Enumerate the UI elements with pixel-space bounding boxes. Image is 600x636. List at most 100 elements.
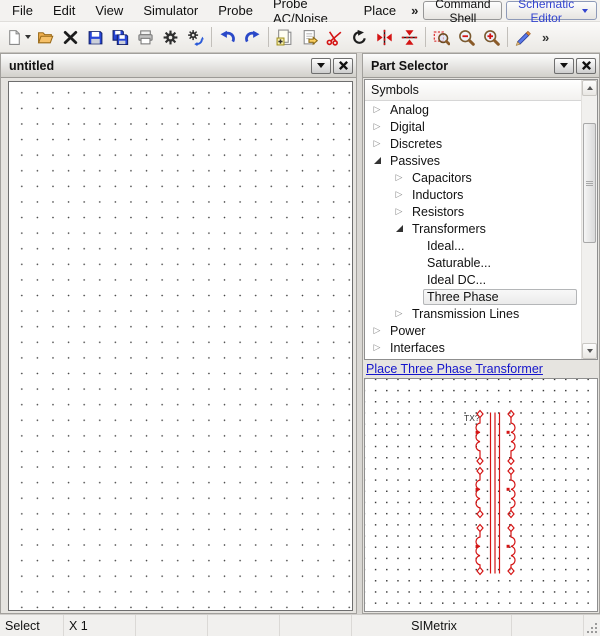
undo-button[interactable] bbox=[215, 25, 240, 50]
tree-item-transformers[interactable]: Transformers bbox=[365, 220, 581, 237]
tree-item-saturable[interactable]: Saturable... bbox=[365, 254, 581, 271]
schematic-titlebar[interactable]: untitled bbox=[1, 54, 356, 78]
rotate-button[interactable] bbox=[347, 25, 372, 50]
pencil-icon bbox=[515, 29, 532, 46]
new-document-dropdown[interactable] bbox=[23, 25, 33, 50]
three-phase-transformer-symbol: TX? bbox=[462, 408, 526, 583]
tree-item-digital[interactable]: Digital bbox=[365, 118, 581, 135]
collapsed-arrow-icon bbox=[371, 138, 383, 149]
print-icon bbox=[137, 29, 154, 46]
menu-item-edit[interactable]: Edit bbox=[43, 3, 85, 18]
part-selector-titlebar[interactable]: Part Selector bbox=[363, 54, 599, 78]
toolbar-overflow-icon[interactable]: » bbox=[542, 30, 549, 45]
copy-button[interactable] bbox=[272, 25, 297, 50]
schematic-editor-button[interactable]: Schematic Editor bbox=[506, 1, 597, 20]
menu-item-file[interactable]: File bbox=[2, 3, 43, 18]
draw-wire-button[interactable] bbox=[511, 25, 536, 50]
chevron-down-icon bbox=[560, 63, 568, 68]
tree-item-transmission-lines[interactable]: Transmission Lines bbox=[365, 305, 581, 322]
save-icon bbox=[87, 29, 104, 46]
tree-item-power[interactable]: Power bbox=[365, 322, 581, 339]
menubar: File Edit View Simulator Probe Probe AC/… bbox=[0, 0, 600, 22]
tree-item-inductors[interactable]: Inductors bbox=[365, 186, 581, 203]
symbol-preview[interactable]: TX? bbox=[364, 378, 598, 612]
print-button[interactable] bbox=[133, 25, 158, 50]
menu-item-place[interactable]: Place bbox=[354, 3, 407, 18]
menu-item-simulator[interactable]: Simulator bbox=[133, 3, 208, 18]
redo-button[interactable] bbox=[240, 25, 265, 50]
status-cell bbox=[280, 615, 352, 636]
window-menu-button[interactable] bbox=[311, 58, 331, 74]
cut-wire-button[interactable] bbox=[322, 25, 347, 50]
sync-options-button[interactable] bbox=[183, 25, 208, 50]
resize-grip[interactable] bbox=[584, 615, 600, 636]
schematic-editor-label: Schematic Editor bbox=[515, 0, 577, 25]
export-button[interactable] bbox=[297, 25, 322, 50]
tree-scrollbar[interactable] bbox=[581, 80, 597, 359]
tree-item-analog[interactable]: Analog bbox=[365, 101, 581, 118]
status-scale: X 1 bbox=[64, 615, 136, 636]
flip-horizontal-button[interactable] bbox=[372, 25, 397, 50]
tree-item-ideal[interactable]: Ideal... bbox=[365, 237, 581, 254]
panel-close-button[interactable] bbox=[576, 58, 596, 74]
collapsed-arrow-icon bbox=[371, 325, 383, 336]
winding-left-3 bbox=[476, 532, 480, 568]
collapsed-arrow-icon bbox=[393, 308, 405, 319]
chevron-up-icon bbox=[587, 86, 593, 90]
close-x-icon bbox=[62, 29, 79, 46]
tree-item-ideal-dc[interactable]: Ideal DC... bbox=[365, 271, 581, 288]
copy-page-icon bbox=[276, 29, 293, 46]
chevron-down-icon bbox=[587, 349, 593, 353]
tree-item-three-phase[interactable]: Three Phase bbox=[365, 288, 581, 305]
new-document-icon bbox=[6, 29, 23, 46]
zoom-in-button[interactable] bbox=[479, 25, 504, 50]
winding-right-2 bbox=[511, 475, 515, 511]
tree-rows: Analog Digital Discretes Passives Capaci… bbox=[365, 101, 581, 356]
tree-item-discretes[interactable]: Discretes bbox=[365, 135, 581, 152]
status-app-name: SIMetrix bbox=[352, 615, 512, 636]
scrollbar-thumb[interactable] bbox=[583, 123, 596, 243]
undo-icon bbox=[219, 29, 236, 46]
expanded-arrow-icon bbox=[393, 225, 405, 232]
rotate-icon bbox=[351, 29, 368, 46]
part-selector-panel: Part Selector Symbols Analog Digital bbox=[362, 53, 600, 614]
command-shell-button[interactable]: Command Shell bbox=[423, 1, 502, 20]
schematic-body bbox=[1, 78, 356, 613]
collapsed-arrow-icon bbox=[371, 104, 383, 115]
export-page-icon bbox=[301, 29, 318, 46]
flip-vertical-button[interactable] bbox=[397, 25, 422, 50]
scroll-down-button[interactable] bbox=[582, 343, 597, 359]
menu-item-view[interactable]: View bbox=[85, 3, 133, 18]
close-schematic-button[interactable] bbox=[58, 25, 83, 50]
expanded-arrow-icon bbox=[371, 157, 383, 164]
window-close-button[interactable] bbox=[333, 58, 353, 74]
symbols-tree: Symbols Analog Digital Discretes Passive… bbox=[364, 79, 598, 360]
tree-item-resistors[interactable]: Resistors bbox=[365, 203, 581, 220]
chevron-down-icon bbox=[582, 9, 588, 13]
part-selector-body: Symbols Analog Digital Discretes Passive… bbox=[363, 78, 599, 613]
save-all-button[interactable] bbox=[108, 25, 133, 50]
tree-item-passives[interactable]: Passives bbox=[365, 152, 581, 169]
panel-menu-button[interactable] bbox=[554, 58, 574, 74]
tree-item-capacitors[interactable]: Capacitors bbox=[365, 169, 581, 186]
options-button[interactable] bbox=[158, 25, 183, 50]
zoom-out-button[interactable] bbox=[454, 25, 479, 50]
thumb-grip-icon bbox=[586, 181, 593, 186]
redo-icon bbox=[244, 29, 261, 46]
tree-item-interfaces[interactable]: Interfaces bbox=[365, 339, 581, 356]
gear-icon bbox=[162, 29, 179, 46]
statusbar: Select X 1 SIMetrix bbox=[0, 614, 600, 636]
place-part-link[interactable]: Place Three Phase Transformer bbox=[366, 362, 543, 376]
scroll-up-button[interactable] bbox=[582, 80, 597, 96]
tree-header-label: Symbols bbox=[371, 83, 419, 97]
schematic-canvas[interactable] bbox=[8, 81, 353, 611]
menu-item-probe[interactable]: Probe bbox=[208, 3, 263, 18]
menu-overflow-icon[interactable]: » bbox=[406, 3, 423, 18]
zoom-area-button[interactable] bbox=[429, 25, 454, 50]
chevron-down-icon bbox=[317, 63, 325, 68]
flip-vertical-icon bbox=[401, 29, 418, 46]
place-link-row: Place Three Phase Transformer bbox=[364, 360, 598, 378]
collapsed-arrow-icon bbox=[371, 342, 383, 353]
save-button[interactable] bbox=[83, 25, 108, 50]
open-file-button[interactable] bbox=[33, 25, 58, 50]
